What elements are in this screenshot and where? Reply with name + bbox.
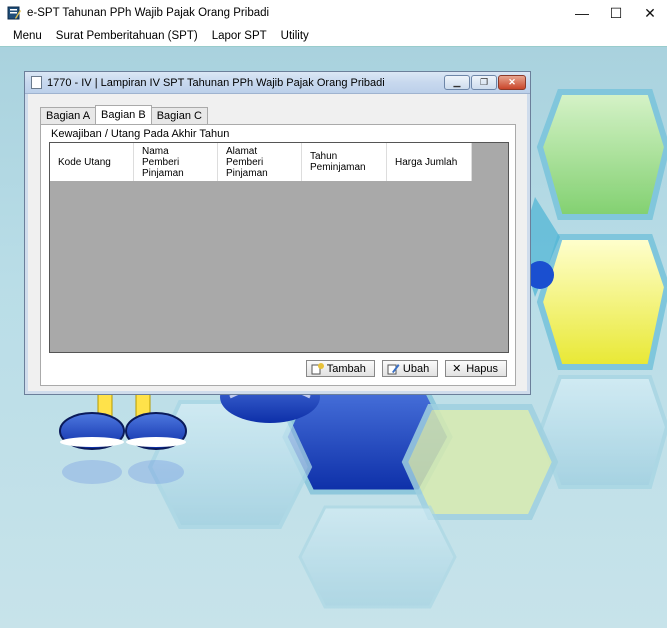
tambah-button[interactable]: Tambah	[305, 360, 375, 377]
menu-item-utility[interactable]: Utility	[274, 30, 316, 42]
utang-table[interactable]: Kode Utang Nama Pemberi Pinjaman Alamat …	[49, 142, 509, 353]
menubar: Menu Surat Pemberitahuan (SPT) Lapor SPT…	[0, 26, 667, 46]
app-title: e-SPT Tahunan PPh Wajib Pajak Orang Prib…	[27, 7, 270, 19]
column-header-nama-pemberi-pinjaman[interactable]: Nama Pemberi Pinjaman	[134, 143, 218, 181]
app-titlebar: e-SPT Tahunan PPh Wajib Pajak Orang Prib…	[0, 0, 667, 26]
add-icon	[311, 362, 324, 375]
child-titlebar: 1770 - IV | Lampiran IV SPT Tahunan PPh …	[25, 72, 530, 94]
delete-icon: ✕	[452, 363, 462, 375]
group-label: Kewajiban / Utang Pada Akhir Tahun	[51, 128, 230, 140]
column-header-tahun-peminjaman[interactable]: Tahun Peminjaman	[302, 143, 387, 181]
child-minimize-button[interactable]: ▁	[444, 75, 470, 90]
tab-bagian-a[interactable]: Bagian A	[40, 107, 97, 124]
tab-panel-bagian-b: Kewajiban / Utang Pada Akhir Tahun Kode …	[40, 124, 516, 386]
menu-item-menu[interactable]: Menu	[6, 30, 49, 42]
window-controls: — ☐ ✕	[565, 0, 667, 26]
table-header: Kode Utang Nama Pemberi Pinjaman Alamat …	[50, 143, 472, 181]
tab-bagian-c[interactable]: Bagian C	[150, 107, 208, 124]
child-restore-button[interactable]: ❐	[471, 75, 497, 90]
column-header-alamat-pemberi-pinjaman[interactable]: Alamat Pemberi Pinjaman	[218, 143, 302, 181]
child-title: 1770 - IV | Lampiran IV SPT Tahunan PPh …	[47, 76, 385, 89]
menu-item-lapor-spt[interactable]: Lapor SPT	[205, 30, 274, 42]
document-icon	[31, 76, 42, 89]
tambah-label: Tambah	[326, 362, 366, 375]
app-logo-icon	[7, 6, 21, 20]
column-header-harga-jumlah[interactable]: Harga Jumlah	[387, 143, 472, 181]
action-buttons: Tambah Ubah ✕ Hapus	[305, 360, 507, 377]
edit-icon	[387, 363, 400, 375]
maximize-button[interactable]: ☐	[599, 0, 633, 26]
menu-item-surat-pemberitahuan[interactable]: Surat Pemberitahuan (SPT)	[49, 30, 205, 42]
child-window-1770-iv: 1770 - IV | Lampiran IV SPT Tahunan PPh …	[24, 71, 531, 395]
close-button[interactable]: ✕	[633, 0, 667, 26]
mdi-workspace: 1770 - IV | Lampiran IV SPT Tahunan PPh …	[0, 46, 667, 628]
hapus-label: Hapus	[466, 362, 498, 375]
tab-strip: Bagian A Bagian B Bagian C	[40, 105, 208, 124]
hapus-button[interactable]: ✕ Hapus	[445, 360, 507, 377]
ubah-button[interactable]: Ubah	[381, 360, 439, 377]
child-window-controls: ▁ ❐ ✕	[444, 75, 526, 90]
child-close-button[interactable]: ✕	[498, 75, 526, 90]
minimize-button[interactable]: —	[565, 0, 599, 26]
column-header-kode-utang[interactable]: Kode Utang	[50, 143, 134, 181]
ubah-label: Ubah	[402, 362, 430, 375]
tab-bagian-b[interactable]: Bagian B	[95, 105, 152, 124]
